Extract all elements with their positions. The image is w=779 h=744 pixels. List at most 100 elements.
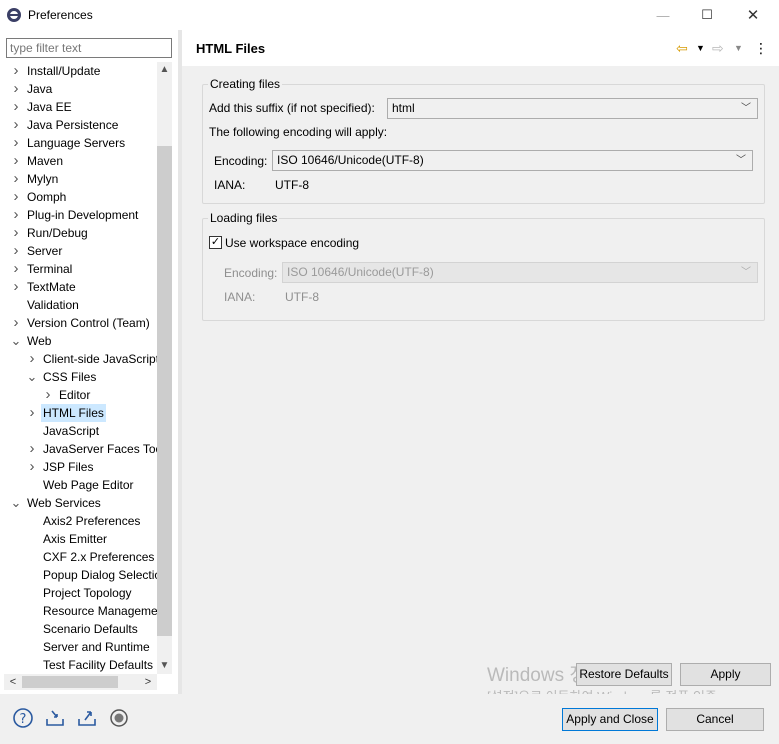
tree-item-label: Server and Runtime <box>43 640 150 654</box>
chevron-right-icon[interactable]: › <box>10 206 22 224</box>
creating-encoding-value: ISO 10646/Unicode(UTF-8) <box>277 153 424 167</box>
tree-item-label: Project Topology <box>43 586 132 600</box>
tree-item-label: TextMate <box>27 280 76 294</box>
chevron-right-icon[interactable]: › <box>10 188 22 206</box>
page-header: HTML Files ⇦ ▼ ⇨ ▼ ⋮ <box>182 30 779 66</box>
preference-page: HTML Files ⇦ ▼ ⇨ ▼ ⋮ Creating files Add … <box>182 30 779 704</box>
scroll-down-icon[interactable]: ▼ <box>157 658 172 674</box>
workspace-encoding-label[interactable]: Use workspace encoding <box>225 235 359 251</box>
creating-iana-label: IANA: <box>214 178 246 192</box>
tree-item-label: Java <box>27 82 53 96</box>
tree-item-label: Web Services <box>27 496 101 510</box>
chevron-right-icon[interactable]: › <box>26 458 38 476</box>
tree-item-label: Version Control (Team) <box>27 316 150 330</box>
tree-item-label: Validation <box>27 298 79 312</box>
tree-item-label: Test Facility Defaults <box>43 658 154 672</box>
chevron-right-icon[interactable]: › <box>10 116 22 134</box>
chevron-down-icon[interactable]: ⌄ <box>26 368 38 386</box>
scroll-left-icon[interactable]: < <box>6 674 20 690</box>
record-icon[interactable] <box>108 707 130 729</box>
chevron-right-icon[interactable]: › <box>10 260 22 278</box>
tree-item-label: Install/Update <box>27 64 101 78</box>
tree-item-label: Client-side JavaScript <box>43 352 157 366</box>
close-button[interactable]: ✕ <box>730 0 776 30</box>
loading-files-legend: Loading files <box>208 211 280 225</box>
tree-item-label: Web Page Editor <box>43 478 134 492</box>
tree-item-label: JSP Files <box>43 460 94 474</box>
loading-iana-value: UTF-8 <box>285 290 319 304</box>
export-icon[interactable] <box>76 707 98 729</box>
svg-text:?: ? <box>20 712 27 727</box>
tree-horizontal-scrollbar[interactable]: < > <box>4 674 157 690</box>
scroll-thumb[interactable] <box>157 146 172 636</box>
chevron-right-icon[interactable]: › <box>10 314 22 332</box>
chevron-right-icon[interactable]: › <box>42 386 54 404</box>
maximize-button[interactable]: ☐ <box>684 0 730 30</box>
restore-defaults-button[interactable]: Restore Defaults <box>576 663 672 686</box>
cancel-button[interactable]: Cancel <box>666 708 764 731</box>
encoding-note: The following encoding will apply: <box>209 125 388 139</box>
tree-item-label: Language Servers <box>27 136 126 150</box>
loading-encoding-label: Encoding: <box>224 266 278 280</box>
tree-item-label: Axis Emitter <box>43 532 108 546</box>
forward-arrow-icon[interactable]: ⇨ <box>712 40 724 56</box>
title-bar: Preferences — ☐ ✕ <box>0 0 779 30</box>
creating-encoding-combo[interactable]: ISO 10646/Unicode(UTF-8) ﹀ <box>272 150 753 171</box>
minimize-button[interactable]: — <box>640 0 686 30</box>
chevron-down-icon[interactable]: ⌄ <box>10 494 22 512</box>
chevron-down-icon[interactable]: ⌄ <box>10 332 22 350</box>
chevron-right-icon[interactable]: › <box>10 224 22 242</box>
tree-item-label: Web <box>27 334 52 348</box>
filter-input[interactable]: type filter text <box>6 38 172 58</box>
page-title: HTML Files <box>196 41 266 56</box>
chevron-right-icon[interactable]: › <box>10 134 22 152</box>
loading-encoding-value: ISO 10646/Unicode(UTF-8) <box>287 265 434 279</box>
chevron-right-icon[interactable]: › <box>10 278 22 296</box>
view-menu-icon[interactable]: ⋮ <box>754 40 768 56</box>
help-icon[interactable]: ? <box>12 707 34 729</box>
chevron-right-icon[interactable]: › <box>10 98 22 116</box>
chevron-right-icon[interactable]: › <box>26 440 38 458</box>
tree-item-label: Server <box>27 244 63 258</box>
tree-item-label: HTML Files <box>41 404 106 422</box>
suffix-combo[interactable]: html ﹀ <box>387 98 758 119</box>
chevron-right-icon[interactable]: › <box>26 350 38 368</box>
chevron-right-icon[interactable]: › <box>10 62 22 80</box>
tree-item-label: JavaScript <box>43 424 100 438</box>
apply-and-close-button[interactable]: Apply and Close <box>562 708 658 731</box>
forward-menu-chevron-icon[interactable]: ▼ <box>734 40 743 56</box>
preference-nav-panel: type filter text › Install/Update › Java › Ja… <box>0 30 178 694</box>
tree-item-label: Axis2 Preferences <box>43 514 141 528</box>
tree-item-label: Editor <box>59 388 91 402</box>
scroll-thumb-horizontal[interactable] <box>22 676 118 688</box>
creating-iana-value: UTF-8 <box>275 178 309 192</box>
eclipse-icon <box>7 8 21 22</box>
loading-encoding-combo[interactable]: ISO 10646/Unicode(UTF-8) ﹀ <box>282 262 758 283</box>
tree-item-label: Java EE <box>27 100 72 114</box>
tree-item-label: Maven <box>27 154 64 168</box>
tree-vertical-scrollbar[interactable]: ▲ ▼ <box>157 62 172 674</box>
preference-tree: › Install/Update › Java › Java EE › Java Persis… <box>0 62 157 674</box>
chevron-right-icon[interactable]: › <box>10 242 22 260</box>
tree-item-label: Resource Management <box>43 604 157 618</box>
apply-button[interactable]: Apply <box>680 663 771 686</box>
scroll-right-icon[interactable]: > <box>141 674 155 690</box>
scroll-up-icon[interactable]: ▲ <box>157 62 172 78</box>
workspace-encoding-checkbox[interactable]: ✓ <box>209 236 222 249</box>
chevron-right-icon[interactable]: › <box>10 80 22 98</box>
chevron-right-icon[interactable]: › <box>26 404 38 422</box>
back-arrow-icon[interactable]: ⇦ <box>676 40 688 56</box>
back-menu-chevron-icon[interactable]: ▼ <box>696 40 705 56</box>
chevron-right-icon[interactable]: › <box>10 170 22 188</box>
chevron-right-icon[interactable]: › <box>10 152 22 170</box>
import-icon[interactable] <box>44 707 66 729</box>
